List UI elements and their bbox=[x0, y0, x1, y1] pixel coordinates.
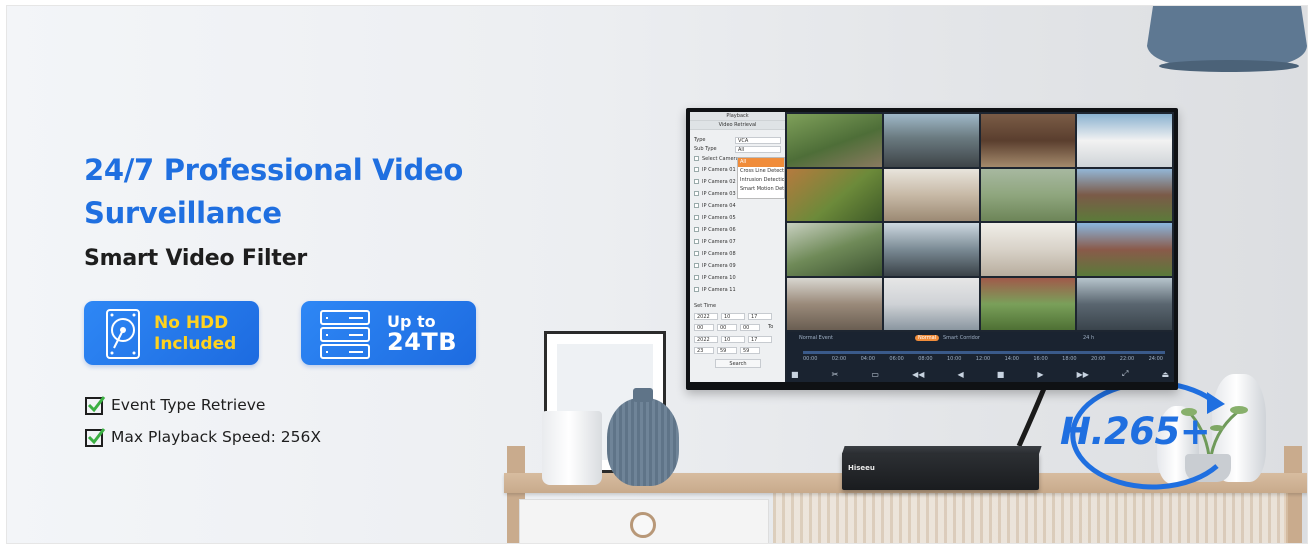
to-label: To bbox=[768, 324, 774, 330]
end-day[interactable]: 17 bbox=[748, 336, 772, 343]
playback-controls: ■ ✂ ▭ ◀◀ ◀ ■ ▶ ▶▶ ⤢ ⏏ bbox=[791, 368, 1169, 380]
camera-feed[interactable] bbox=[980, 223, 1076, 276]
folder-icon[interactable]: ▭ bbox=[871, 370, 879, 379]
end-hour[interactable]: 23 bbox=[694, 347, 714, 354]
play-back-icon[interactable]: ◀ bbox=[957, 370, 963, 379]
panel-title: Playback bbox=[690, 112, 785, 121]
nvr-recorder: Hiseeu bbox=[842, 452, 1039, 490]
tv-monitor: Playback Video Retrieval Type VCA Sub Ty… bbox=[686, 108, 1178, 390]
subtype-select[interactable]: All bbox=[735, 146, 781, 153]
mode-extra[interactable]: Smart Corridor bbox=[943, 335, 980, 341]
timeline-bar[interactable] bbox=[803, 351, 1165, 354]
forward-icon[interactable]: ▶▶ bbox=[1077, 370, 1089, 379]
camera-feed[interactable] bbox=[787, 114, 882, 167]
start-hour[interactable]: 00 bbox=[694, 324, 714, 331]
end-year[interactable]: 2022 bbox=[694, 336, 718, 343]
search-button[interactable]: Search bbox=[715, 359, 761, 368]
camera-feed[interactable] bbox=[883, 277, 979, 330]
camera-row[interactable]: IP Camera 07 bbox=[694, 238, 736, 246]
dropdown-option[interactable]: Cross Line Detection bbox=[738, 167, 784, 176]
zoom-label: 24 h bbox=[1083, 335, 1095, 341]
camera-row[interactable]: IP Camera 09 bbox=[694, 262, 736, 270]
camera-feed[interactable] bbox=[787, 168, 882, 221]
start-second[interactable]: 00 bbox=[740, 324, 760, 331]
start-day[interactable]: 17 bbox=[748, 313, 772, 320]
fullscreen-icon[interactable]: ⤢ bbox=[1122, 369, 1128, 379]
select-all-label: Select Camera bbox=[702, 156, 739, 162]
subtype-dropdown[interactable]: All Cross Line Detection Intrusion Detec… bbox=[737, 157, 785, 199]
play-icon[interactable]: ▶ bbox=[1037, 370, 1043, 379]
camera-feed[interactable] bbox=[1077, 168, 1172, 221]
camera-feed[interactable] bbox=[1077, 223, 1172, 276]
camera-row[interactable]: IP Camera 11 bbox=[694, 286, 736, 294]
camera-feed[interactable] bbox=[980, 168, 1076, 221]
select-all-row[interactable]: Select Camera bbox=[694, 155, 739, 163]
subtype-label: Sub Type bbox=[694, 146, 717, 152]
camera-feed[interactable] bbox=[883, 168, 979, 221]
camera-feed[interactable] bbox=[980, 277, 1076, 330]
camera-feed[interactable] bbox=[883, 114, 979, 167]
banner: 24/7 Professional Video Surveillance Sma… bbox=[6, 5, 1308, 544]
panel-subtitle: Video Retrieval bbox=[690, 121, 785, 130]
playback-sidebar: Playback Video Retrieval Type VCA Sub Ty… bbox=[690, 112, 785, 382]
camera-row[interactable]: IP Camera 04 bbox=[694, 202, 736, 210]
camera-feed[interactable] bbox=[980, 114, 1076, 167]
end-month[interactable]: 10 bbox=[721, 336, 745, 343]
camera-feed[interactable] bbox=[1077, 114, 1172, 167]
camera-feed[interactable] bbox=[787, 277, 882, 330]
camera-feed[interactable] bbox=[1077, 277, 1172, 330]
dropdown-option[interactable]: Smart Motion Detection bbox=[738, 185, 784, 194]
dropdown-option[interactable]: All bbox=[738, 158, 784, 167]
rewind-icon[interactable]: ◀◀ bbox=[912, 370, 924, 379]
event-modes[interactable]: Normal Event bbox=[799, 335, 833, 341]
set-time-label: Set Time bbox=[694, 303, 717, 309]
camera-row[interactable]: IP Camera 10 bbox=[694, 274, 736, 282]
end-second[interactable]: 59 bbox=[740, 347, 760, 354]
nvr-playback-screen: Playback Video Retrieval Type VCA Sub Ty… bbox=[690, 112, 1174, 382]
exit-icon[interactable]: ⏏ bbox=[1161, 370, 1169, 379]
stop-icon[interactable]: ■ bbox=[997, 370, 1005, 379]
end-minute[interactable]: 59 bbox=[717, 347, 737, 354]
camera-icon[interactable]: ■ bbox=[791, 370, 799, 379]
time-ticks: 00:00 02:00 04:00 06:00 08:00 10:00 12:00 14:00… bbox=[803, 356, 1163, 362]
start-minute[interactable]: 00 bbox=[717, 324, 737, 331]
camera-row[interactable]: IP Camera 06 bbox=[694, 226, 736, 234]
camera-row[interactable]: IP Camera 02 bbox=[694, 178, 736, 186]
camera-feed[interactable] bbox=[787, 223, 882, 276]
camera-row[interactable]: IP Camera 03 bbox=[694, 190, 736, 198]
camera-feed[interactable] bbox=[883, 223, 979, 276]
camera-grid bbox=[787, 114, 1172, 330]
camera-row[interactable]: IP Camera 05 bbox=[694, 214, 736, 222]
mode-pill[interactable]: Normal bbox=[915, 335, 940, 341]
type-label: Type bbox=[694, 137, 706, 143]
type-select[interactable]: VCA bbox=[735, 137, 781, 144]
camera-row[interactable]: IP Camera 01 bbox=[694, 166, 736, 174]
playback-timeline: Normal Event Normal Smart Corridor 24 h … bbox=[787, 332, 1174, 382]
cut-icon[interactable]: ✂ bbox=[832, 370, 839, 379]
dropdown-option[interactable]: Intrusion Detection bbox=[738, 176, 784, 185]
start-month[interactable]: 10 bbox=[721, 313, 745, 320]
start-year[interactable]: 2022 bbox=[694, 313, 718, 320]
nvr-brand: Hiseeu bbox=[848, 464, 875, 472]
codec-label: H.265+ bbox=[1060, 410, 1211, 453]
camera-row[interactable]: IP Camera 08 bbox=[694, 250, 736, 258]
